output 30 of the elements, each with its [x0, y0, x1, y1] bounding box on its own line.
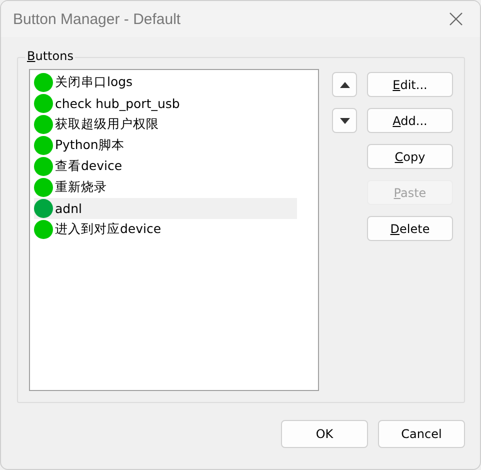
list-item[interactable]: 获取超级用户权限	[34, 114, 297, 135]
status-dot	[34, 73, 53, 92]
action-button[interactable]: Copy	[367, 144, 453, 169]
list-item[interactable]: 关闭串口logs	[34, 72, 297, 93]
list-item[interactable]: 查看device	[34, 156, 297, 177]
status-dot	[34, 94, 53, 113]
dialog-button[interactable]: OK	[281, 420, 368, 448]
window-title: Button Manager - Default	[13, 10, 181, 28]
group-label: Buttons	[25, 49, 76, 63]
status-dot	[34, 178, 53, 197]
triangle-up-icon	[340, 82, 350, 88]
move-down-button[interactable]	[332, 108, 357, 133]
button-list[interactable]: 关闭串口logs check hub_port_usb 获取超级用户权限 Python脚本 查看device 重新烧录 adnl 进入到对应device	[29, 69, 319, 391]
list-item[interactable]: 重新烧录	[34, 177, 297, 198]
status-dot	[34, 136, 53, 155]
status-dot	[34, 115, 53, 134]
action-button[interactable]: Edit...	[367, 72, 453, 97]
status-dot	[34, 220, 53, 239]
move-up-button[interactable]	[332, 72, 357, 97]
action-button[interactable]: Delete	[367, 216, 453, 241]
list-item[interactable]: 进入到对应device	[34, 219, 297, 240]
list-item[interactable]: adnl	[34, 198, 297, 219]
dialog-button[interactable]: Cancel	[378, 420, 465, 448]
status-dot	[34, 199, 53, 218]
triangle-down-icon	[340, 118, 350, 124]
list-item[interactable]: check hub_port_usb	[34, 93, 297, 114]
list-item[interactable]: Python脚本	[34, 135, 297, 156]
status-dot	[34, 157, 53, 176]
close-icon[interactable]	[449, 12, 463, 26]
action-button[interactable]: Add...	[367, 108, 453, 133]
